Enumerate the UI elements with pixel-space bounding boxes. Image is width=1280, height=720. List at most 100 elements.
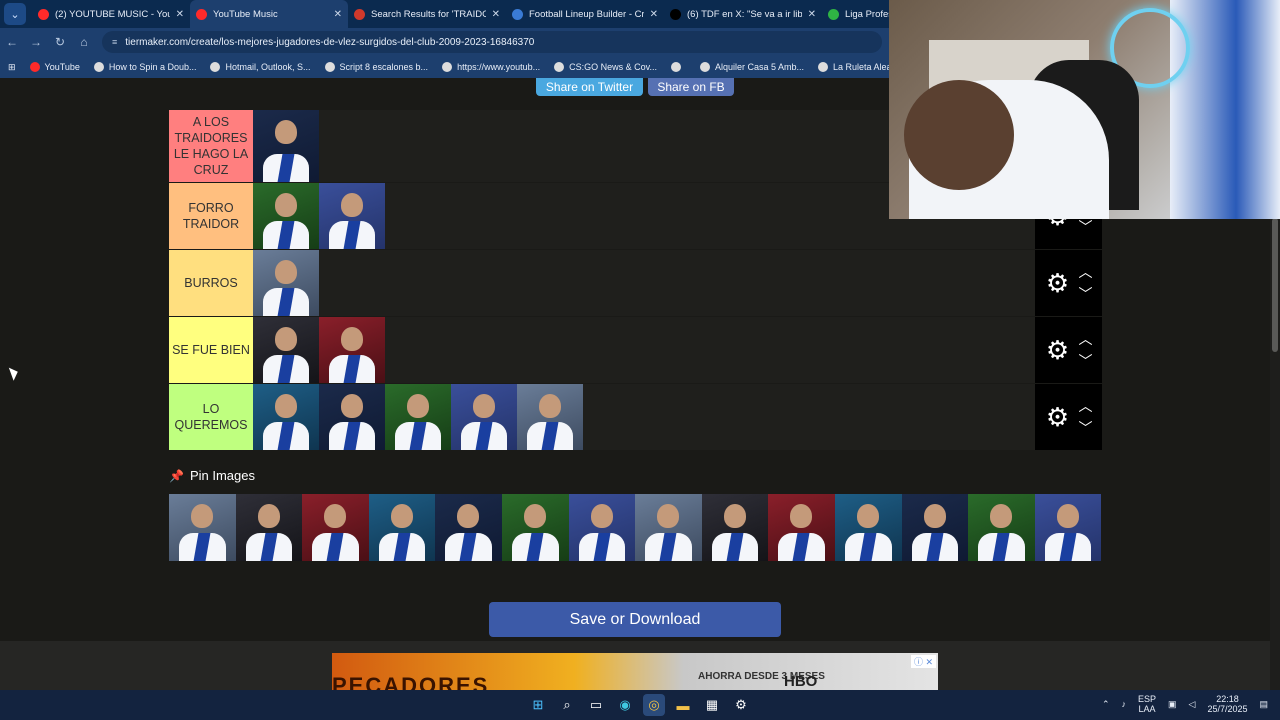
player-image[interactable] bbox=[319, 317, 385, 383]
gear-icon[interactable]: ⚙ bbox=[1045, 404, 1071, 430]
player-image[interactable] bbox=[1034, 494, 1102, 561]
tier-items[interactable] bbox=[253, 384, 1035, 450]
tab-close-icon[interactable]: ✕ bbox=[492, 9, 500, 20]
share-fb-button[interactable]: Share on FB bbox=[648, 78, 734, 96]
bookmark-favicon-icon bbox=[699, 62, 710, 72]
player-image[interactable] bbox=[568, 494, 636, 561]
player-image[interactable] bbox=[169, 494, 236, 561]
player-image[interactable] bbox=[901, 494, 969, 561]
tab-label: YouTube Music bbox=[213, 8, 278, 20]
steam-icon[interactable]: ⚙ bbox=[730, 694, 752, 716]
tab-close-icon[interactable]: ✕ bbox=[808, 9, 816, 20]
tab-close-icon[interactable]: ✕ bbox=[176, 9, 184, 20]
share-twitter-button[interactable]: Share on Twitter bbox=[536, 78, 643, 96]
chevron-down-icon[interactable]: ﹀ bbox=[1079, 283, 1093, 305]
tier-label[interactable]: SE FUE BIEN bbox=[169, 317, 253, 383]
gear-icon[interactable]: ⚙ bbox=[1045, 270, 1071, 296]
tier-items[interactable] bbox=[253, 317, 1035, 383]
chevron-down-icon[interactable]: ﹀ bbox=[1079, 350, 1093, 372]
microphone-icon[interactable]: ♪ bbox=[1121, 699, 1126, 709]
apps-grid-icon[interactable]: ⊞ bbox=[8, 62, 16, 73]
bookmark-item[interactable]: Hotmail, Outlook, S... bbox=[210, 62, 311, 72]
tier-label[interactable]: A LOS TRAIDORES LE HAGO LA CRUZ bbox=[169, 110, 253, 182]
tab-label: (2) YOUTUBE MUSIC - YouTube bbox=[55, 8, 170, 20]
address-bar[interactable]: ≡ tiermaker.com/create/los-mejores-jugad… bbox=[102, 31, 882, 53]
browser-tab[interactable]: (2) YOUTUBE MUSIC - YouTube ✕ bbox=[32, 0, 190, 28]
tier-label[interactable]: LO QUEREMOS bbox=[169, 384, 253, 450]
player-image[interactable] bbox=[235, 494, 303, 561]
network-icon[interactable]: ▣ bbox=[1168, 699, 1177, 709]
player-image[interactable] bbox=[253, 110, 319, 182]
notification-icon[interactable]: ▤ bbox=[1259, 699, 1268, 709]
bookmark-item[interactable]: CS:GO News & Cov... bbox=[554, 62, 657, 72]
chevron-down-icon[interactable]: ﹀ bbox=[1079, 216, 1093, 238]
bookmark-favicon-icon bbox=[29, 62, 40, 72]
volume-icon[interactable]: ◁ bbox=[1189, 699, 1196, 709]
store-icon[interactable]: ▦ bbox=[701, 694, 723, 716]
bookmark-favicon-icon bbox=[93, 62, 104, 72]
site-info-icon[interactable]: ≡ bbox=[112, 37, 117, 47]
scrollbar-thumb[interactable] bbox=[1272, 218, 1278, 352]
browser-tab[interactable]: Football Lineup Builder - Create ✕ bbox=[506, 0, 664, 28]
back-arrow-icon[interactable]: ← bbox=[0, 35, 24, 49]
player-image[interactable] bbox=[451, 384, 517, 450]
player-image[interactable] bbox=[517, 384, 583, 450]
bookmark-item[interactable]: https://www.youtub... bbox=[442, 62, 540, 72]
chevron-up-icon[interactable]: ︿ bbox=[1079, 261, 1093, 283]
home-icon[interactable]: ⌂ bbox=[72, 35, 96, 49]
browser-tab[interactable]: YouTube Music ✕ bbox=[190, 0, 348, 28]
player-image[interactable] bbox=[302, 494, 369, 561]
clock[interactable]: 22:18 25/7/2025 bbox=[1207, 694, 1247, 714]
bookmark-item[interactable]: Script 8 escalones b... bbox=[324, 62, 428, 72]
language-indicator[interactable]: ESP LAA bbox=[1138, 694, 1156, 714]
player-image[interactable] bbox=[253, 317, 319, 383]
save-or-download-button[interactable]: Save or Download bbox=[489, 602, 781, 637]
player-image[interactable] bbox=[435, 494, 502, 561]
player-image[interactable] bbox=[701, 494, 769, 561]
bookmark-label: CS:GO News & Cov... bbox=[569, 62, 657, 72]
player-image[interactable] bbox=[968, 494, 1035, 561]
chrome-icon[interactable]: ◎ bbox=[643, 694, 665, 716]
bookmark-item[interactable] bbox=[670, 62, 686, 72]
browser-tab[interactable]: (6) TDF en X: "Se va a ir libre sin ✕ bbox=[664, 0, 822, 28]
chevron-up-icon[interactable]: ︿ bbox=[1079, 395, 1093, 417]
advertisement-banner[interactable]: PECADORES AHORRA DESDE 3 MESES HBO ⓘ ✕ bbox=[332, 653, 938, 690]
gear-icon[interactable]: ⚙ bbox=[1045, 337, 1071, 363]
reload-icon[interactable]: ↻ bbox=[48, 35, 72, 49]
player-image[interactable] bbox=[768, 494, 835, 561]
forward-arrow-icon[interactable]: → bbox=[24, 35, 48, 49]
edge-icon[interactable]: ◉ bbox=[614, 694, 636, 716]
tab-close-icon[interactable]: ✕ bbox=[334, 9, 342, 20]
search-icon[interactable]: ⌕ bbox=[556, 694, 578, 716]
tier-items[interactable] bbox=[253, 250, 1035, 316]
browser-tab[interactable]: Search Results for 'TRAIDORES ✕ bbox=[348, 0, 506, 28]
bookmark-item[interactable]: YouTube bbox=[29, 62, 80, 72]
tier-label[interactable]: BURROS bbox=[169, 250, 253, 316]
player-image[interactable] bbox=[834, 494, 902, 561]
webcam-head bbox=[904, 80, 1014, 190]
ad-info-icon[interactable]: ⓘ ✕ bbox=[910, 655, 936, 668]
tab-close-icon[interactable]: ✕ bbox=[650, 9, 658, 20]
tab-list-chevron-icon[interactable]: ⌄ bbox=[4, 3, 26, 25]
player-image[interactable] bbox=[368, 494, 436, 561]
lineup-icon bbox=[512, 8, 523, 20]
chevron-down-icon[interactable]: ﹀ bbox=[1079, 417, 1093, 439]
player-image[interactable] bbox=[319, 384, 385, 450]
player-image[interactable] bbox=[501, 494, 569, 561]
tier-label[interactable]: FORRO TRAIDOR bbox=[169, 183, 253, 249]
bookmark-item[interactable]: How to Spin a Doub... bbox=[93, 62, 196, 72]
player-image[interactable] bbox=[385, 384, 451, 450]
bookmark-item[interactable]: Alquiler Casa 5 Amb... bbox=[699, 62, 804, 72]
windows-taskbar: ⊞ ⌕ ▭ ◉ ◎ ▬ ▦ ⚙ ⌃ ♪ ESP LAA ▣ ◁ 22:18 25… bbox=[0, 690, 1280, 720]
task-view-icon[interactable]: ▭ bbox=[585, 694, 607, 716]
pin-images-toggle[interactable]: 📌 Pin Images bbox=[169, 468, 255, 483]
player-image[interactable] bbox=[319, 183, 385, 249]
player-image[interactable] bbox=[253, 183, 319, 249]
chevron-up-icon[interactable]: ︿ bbox=[1079, 328, 1093, 350]
player-image[interactable] bbox=[253, 250, 319, 316]
player-image[interactable] bbox=[635, 494, 702, 561]
tray-chevron-icon[interactable]: ⌃ bbox=[1102, 699, 1110, 709]
file-explorer-icon[interactable]: ▬ bbox=[672, 694, 694, 716]
windows-start-icon[interactable]: ⊞ bbox=[527, 694, 549, 716]
player-image[interactable] bbox=[253, 384, 319, 450]
